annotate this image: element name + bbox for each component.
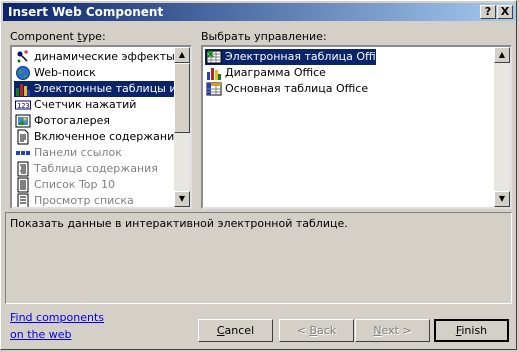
list-item-selected[interactable]: Электронная таблица Office: [205, 49, 388, 65]
scroll-up-button[interactable]: ▲: [174, 47, 190, 63]
find-components-link[interactable]: Find components: [10, 311, 104, 324]
title-bar[interactable]: Insert Web Component ? X: [3, 3, 516, 21]
link-bars-icon: [16, 151, 30, 155]
list-item-selected[interactable]: Электронные таблицы и ди: [14, 81, 190, 97]
list-item[interactable]: Фотогалерея: [14, 113, 113, 129]
list-item-disabled[interactable]: Список Top 10: [14, 177, 118, 193]
list-item-disabled[interactable]: Просмотр списка: [14, 193, 137, 207]
list-item[interactable]: динамические эффекты: [14, 49, 178, 65]
list-item[interactable]: 123 Счетчик нажатий: [14, 97, 139, 113]
web-search-icon: [16, 66, 30, 80]
list-item[interactable]: Web-поиск: [14, 65, 99, 81]
list-item-disabled[interactable]: Панели ссылок: [14, 145, 125, 161]
office-pivottable-icon: [206, 82, 222, 96]
left-list-scrollbar[interactable]: ▲ ▼: [174, 47, 190, 207]
description-text: Показать данные в интерактивной электрон…: [10, 217, 348, 230]
list-item[interactable]: Основная таблица Office: [205, 81, 371, 97]
help-button[interactable]: ?: [480, 5, 496, 19]
office-spreadsheet-icon: [206, 50, 222, 64]
included-content-icon: [17, 129, 29, 145]
component-type-list[interactable]: динамические эффекты Web-поиск Электронн…: [10, 45, 192, 209]
hit-counter-icon: 123: [15, 100, 31, 110]
close-button[interactable]: X: [497, 5, 513, 19]
component-type-label: Component type:: [10, 30, 106, 43]
scroll-thumb[interactable]: [174, 63, 190, 133]
spreadsheet-chart-icon: [16, 84, 30, 96]
window-title: Insert Web Component: [8, 5, 164, 19]
office-chart-icon: [207, 68, 221, 80]
dialog-window: Insert Web Component ? X Component type:…: [0, 0, 517, 350]
list-item-disabled[interactable]: Таблица содержания: [14, 161, 161, 177]
scroll-up-button[interactable]: ▲: [494, 47, 510, 63]
table-of-contents-icon: [17, 161, 29, 177]
description-box: Показать данные в интерактивной электрон…: [5, 212, 512, 304]
control-list[interactable]: Электронная таблица Office Диаграмма Off…: [201, 45, 512, 209]
select-control-label: Выбрать управление:: [201, 30, 327, 43]
top-10-list-icon: [17, 177, 29, 193]
right-list-scrollbar[interactable]: ▲ ▼: [494, 47, 510, 207]
list-item[interactable]: Диаграмма Office: [205, 65, 329, 81]
cancel-button[interactable]: Cancel: [198, 319, 273, 342]
list-item[interactable]: Включенное содержание: [14, 129, 184, 145]
list-view-icon: [17, 193, 29, 207]
dynamic-effects-icon: [17, 50, 28, 63]
back-button[interactable]: < Back: [279, 319, 354, 342]
scroll-down-button[interactable]: ▼: [174, 191, 190, 207]
next-button[interactable]: Next >: [355, 319, 430, 342]
finish-button[interactable]: Finish: [434, 319, 509, 342]
find-components-link-line2[interactable]: on the web: [10, 328, 72, 341]
svg-text:123: 123: [17, 102, 30, 110]
scroll-down-button[interactable]: ▼: [494, 191, 510, 207]
photo-gallery-icon: [15, 114, 31, 128]
